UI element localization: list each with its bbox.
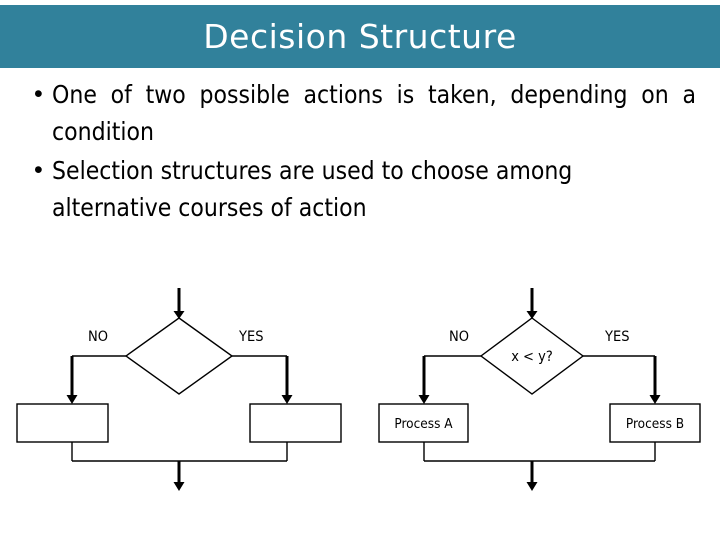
bullet-text: One of two possible actions is taken, de… (52, 80, 696, 146)
false-branch-arrow-head (66, 395, 78, 404)
true-branch-label: YES (238, 329, 264, 345)
example-decision-flowchart: x < y? NO YES Process A Process B (370, 285, 720, 510)
false-branch-arrow-head (418, 395, 430, 404)
bullet-item: • Selection structures are used to choos… (26, 152, 696, 226)
true-process-label: Process B (626, 416, 684, 432)
decision-condition-label: x < y? (511, 349, 553, 365)
exit-arrow-head (173, 482, 185, 491)
false-branch-label: NO (449, 329, 469, 345)
exit-arrow-head (526, 482, 538, 491)
page-title: Decision Structure (203, 17, 517, 56)
true-process-box (249, 403, 342, 443)
false-process-label: Process A (394, 416, 453, 432)
false-branch-label: NO (88, 329, 108, 345)
decision-diamond (124, 317, 234, 395)
bullet-marker-icon: • (34, 80, 43, 108)
true-branch-label: YES (604, 329, 630, 345)
false-process-box (16, 403, 109, 443)
slide-title-band: Decision Structure (0, 5, 720, 68)
true-branch-arrow-head (281, 395, 293, 404)
bullet-item: • One of two possible actions is taken, … (26, 76, 696, 150)
bullet-marker-icon: • (34, 156, 43, 184)
true-branch-arrow-head (649, 395, 661, 404)
bullet-text: Selection structures are used to choose … (52, 156, 573, 222)
generic-decision-flowchart: NO YES (8, 285, 360, 510)
slide-body: • One of two possible actions is taken, … (26, 76, 696, 228)
